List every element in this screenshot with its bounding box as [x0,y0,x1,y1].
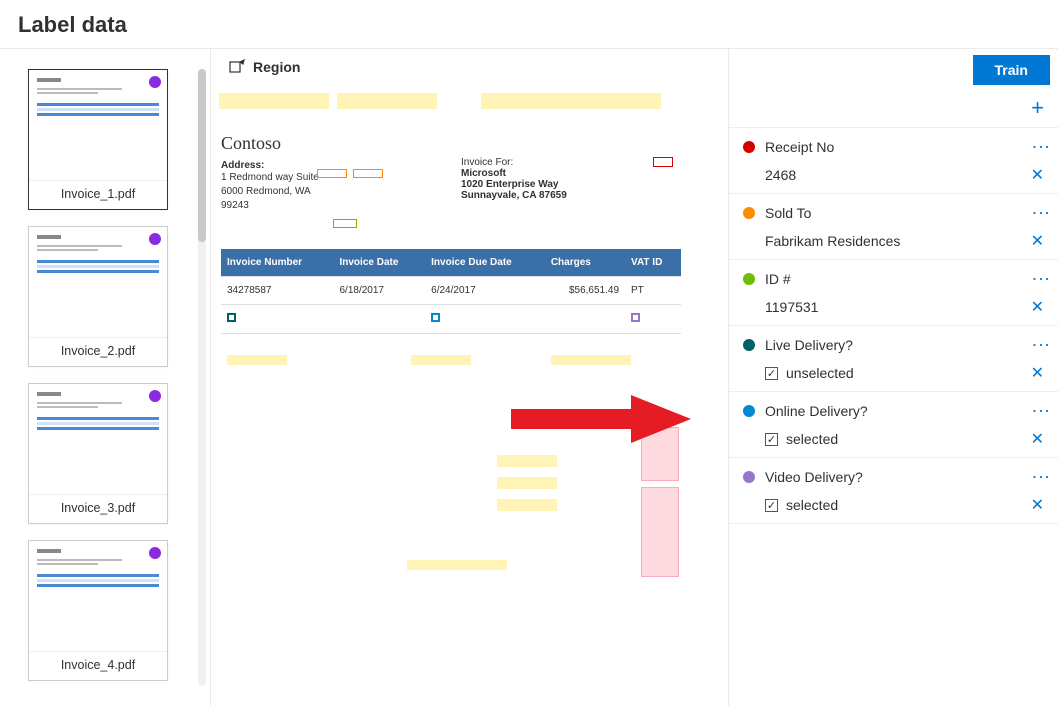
sidebar-scrollbar[interactable] [198,69,206,686]
clear-value-button[interactable]: ✕ [1031,363,1044,383]
color-dot-icon [743,471,755,483]
clear-value-button[interactable]: ✕ [1031,231,1044,251]
label-field: Receipt No ⋮ 2468 ✕ [729,128,1058,194]
thumbnail[interactable]: Invoice_3.pdf [28,383,168,524]
red-tag-box [653,157,673,167]
label-field: Video Delivery? ⋮ ✓ selected ✕ [729,458,1058,524]
field-name[interactable]: Video Delivery? [765,469,1027,485]
thumbnail[interactable]: Invoice_1.pdf [28,69,168,210]
label-field: ID # ⋮ 1197531 ✕ [729,260,1058,326]
clear-value-button[interactable]: ✕ [1031,495,1044,515]
thumbnail-filename: Invoice_3.pdf [29,494,167,523]
status-dot-icon [149,76,161,88]
region-label: Region [253,59,300,75]
field-value: unselected [786,365,1023,381]
field-more-button[interactable]: ⋮ [1037,402,1044,419]
doc-address: 1 Redmond way Suite 6000 Redmond, WA 992… [221,171,681,213]
region-tool[interactable]: Region [229,59,300,75]
color-dot-icon [743,339,755,351]
field-name[interactable]: Receipt No [765,139,1027,155]
field-more-button[interactable]: ⋮ [1037,270,1044,287]
label-field: Online Delivery? ⋮ ✓ selected ✕ [729,392,1058,458]
field-name[interactable]: ID # [765,271,1027,287]
thumbnail-filename: Invoice_1.pdf [29,180,167,209]
field-value: 2468 [765,167,1023,183]
label-field: Sold To ⋮ Fabrikam Residences ✕ [729,194,1058,260]
field-more-button[interactable]: ⋮ [1037,468,1044,485]
color-dot-icon [743,141,755,153]
thumbnail[interactable]: Invoice_4.pdf [28,540,168,681]
field-value: 1197531 [765,299,1023,315]
status-dot-icon [149,233,161,245]
field-value: Fabrikam Residences [765,233,1023,249]
thumbnail-filename: Invoice_2.pdf [29,337,167,366]
field-more-button[interactable]: ⋮ [1037,138,1044,155]
checkbox-icon: ✓ [765,499,778,512]
document-preview: Contoso Address: 1 Redmond way Suite 600… [221,133,681,334]
field-value: selected [786,431,1023,447]
checkbox-icon: ✓ [765,433,778,446]
document-canvas[interactable]: Contoso Address: 1 Redmond way Suite 600… [211,85,728,706]
status-dot-icon [149,390,161,402]
color-dot-icon [743,405,755,417]
field-more-button[interactable]: ⋮ [1037,204,1044,221]
status-dot-icon [149,547,161,559]
field-name[interactable]: Sold To [765,205,1027,221]
field-more-button[interactable]: ⋮ [1037,336,1044,353]
clear-value-button[interactable]: ✕ [1031,165,1044,185]
thumbnail-sidebar: Invoice_1.pdf Invoice_2.pdf Invoice_3.pd… [0,49,210,706]
thumbnail-filename: Invoice_4.pdf [29,651,167,680]
train-button[interactable]: Train [973,55,1050,85]
clear-value-button[interactable]: ✕ [1031,429,1044,449]
region-icon [229,59,245,75]
label-field: Live Delivery? ⋮ ✓ unselected ✕ [729,326,1058,392]
annotation-arrow [511,395,691,443]
doc-company: Contoso [221,133,681,154]
thumbnail[interactable]: Invoice_2.pdf [28,226,168,367]
field-name[interactable]: Live Delivery? [765,337,1027,353]
clear-value-button[interactable]: ✕ [1031,297,1044,317]
add-label-button[interactable]: + [1031,95,1044,121]
checkbox-icon: ✓ [765,367,778,380]
doc-table: Invoice Number Invoice Date Invoice Due … [221,249,681,334]
doc-address-label: Address: [221,160,681,171]
field-value: selected [786,497,1023,513]
color-dot-icon [743,207,755,219]
doc-invoice-for: Invoice For: Microsoft 1020 Enterprise W… [461,157,567,201]
canvas-toolbar: Region [211,49,728,85]
color-dot-icon [743,273,755,285]
label-panel: Train + Receipt No ⋮ 2468 ✕ Sold To ⋮ Fa… [728,49,1058,706]
page-title: Label data [0,0,1058,49]
field-name[interactable]: Online Delivery? [765,403,1027,419]
